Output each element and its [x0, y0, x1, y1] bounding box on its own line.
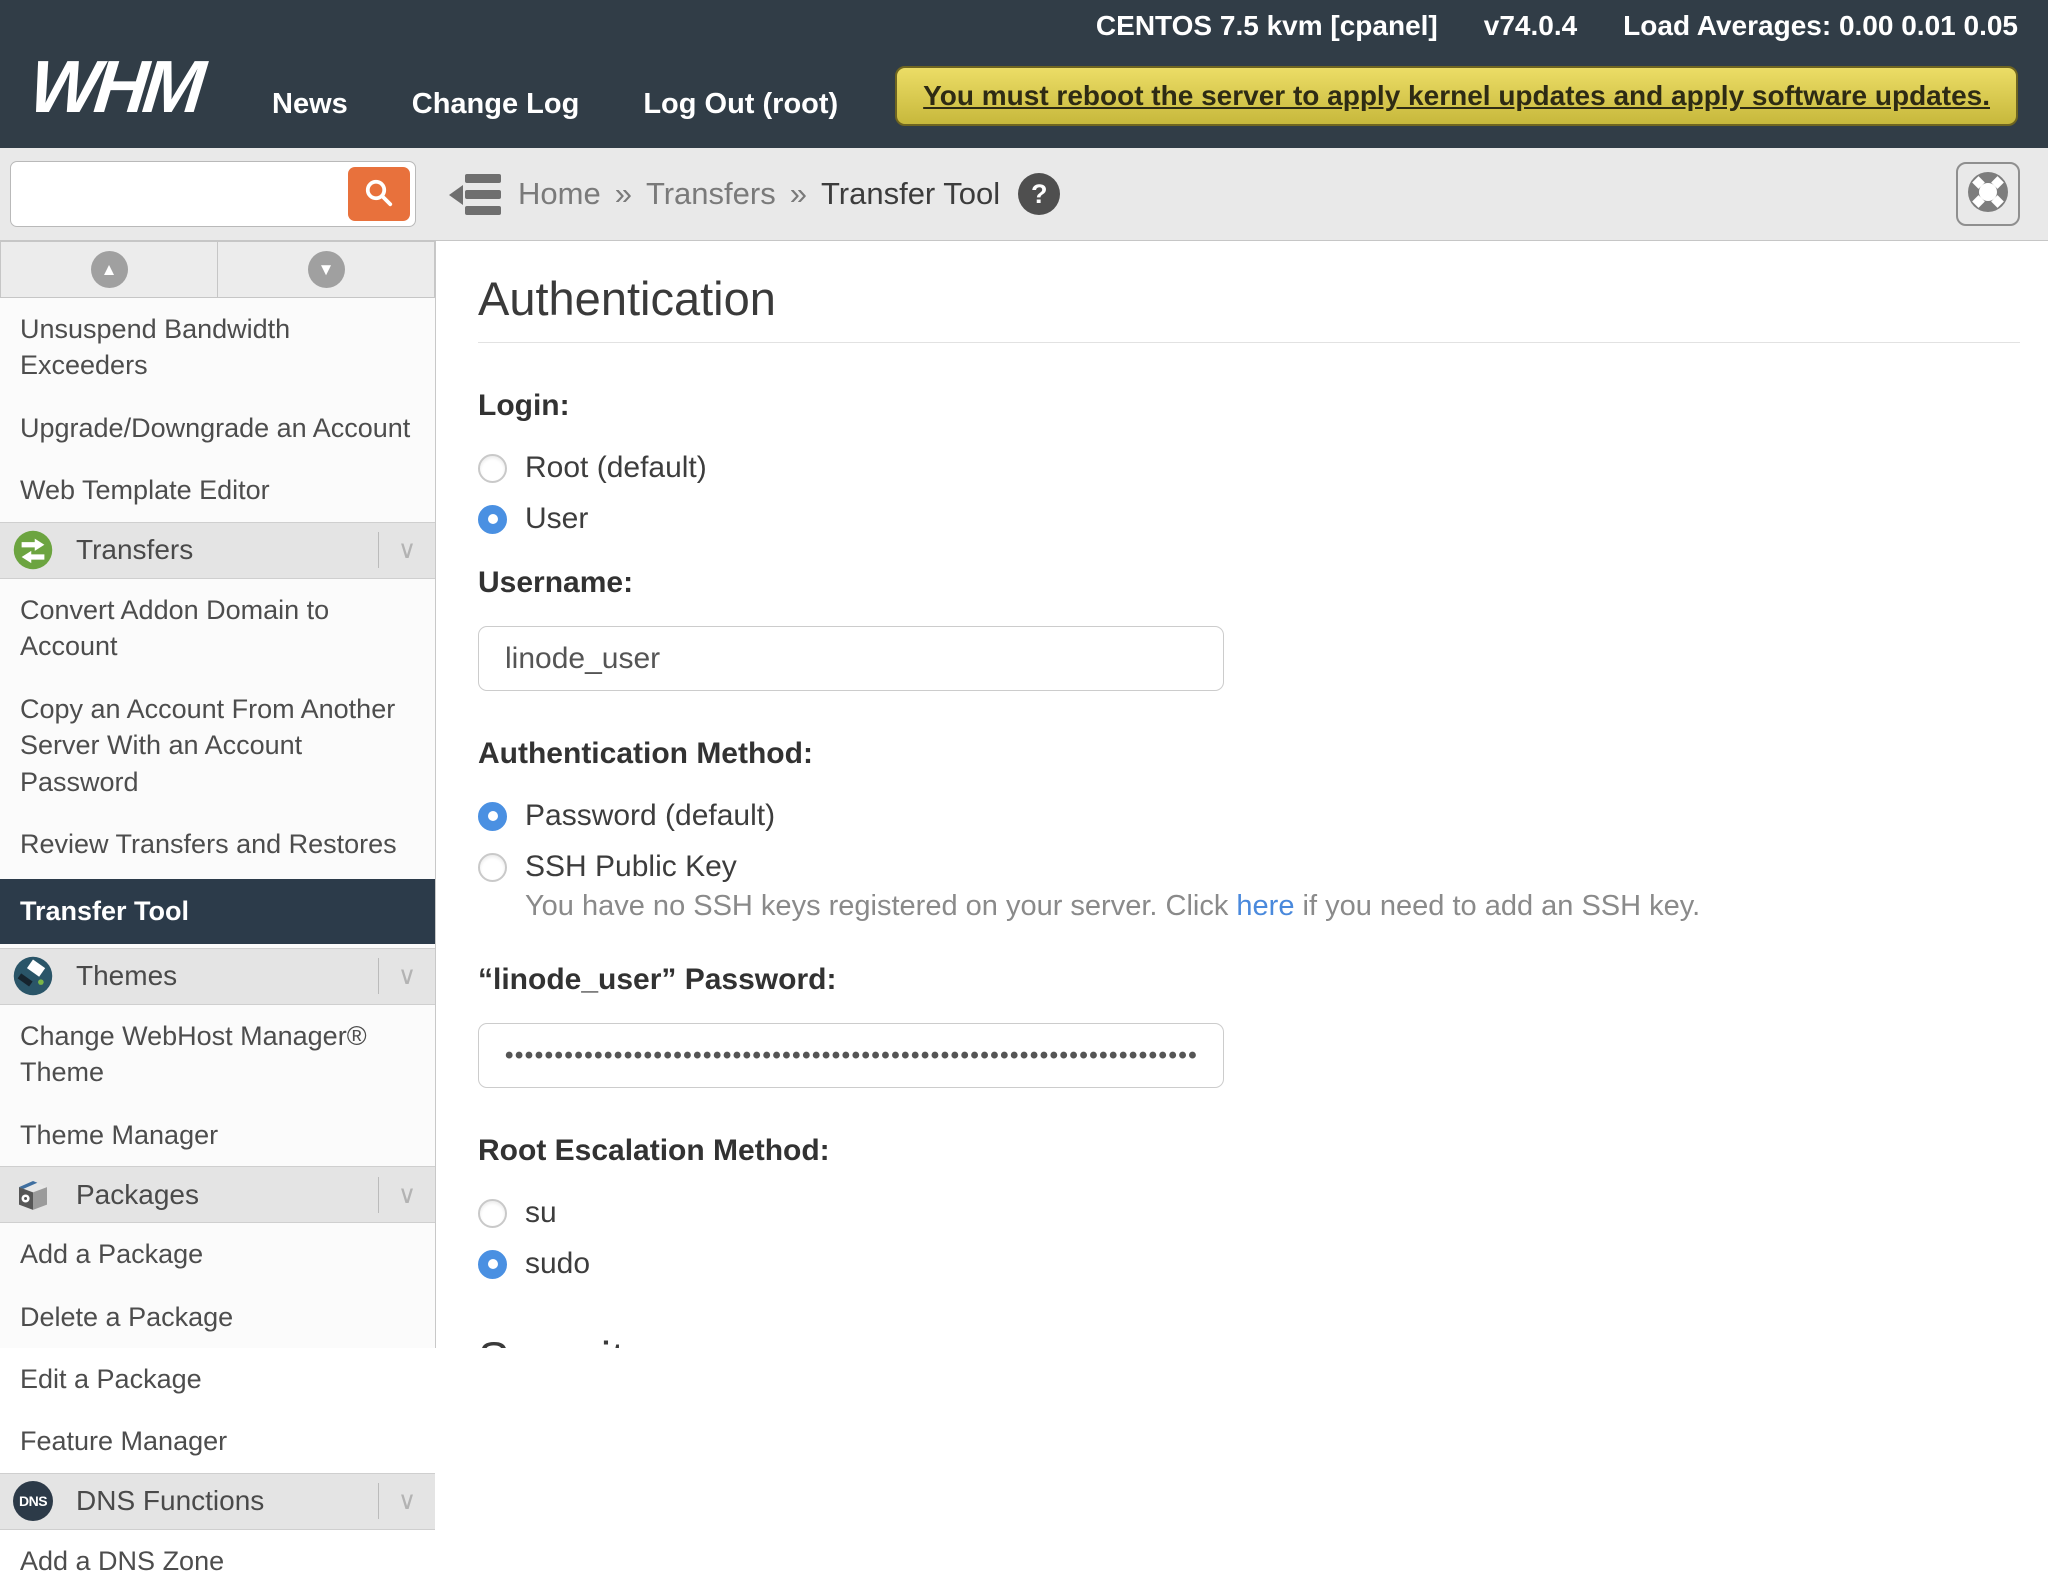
auth-method-label: Authentication Method:: [478, 737, 2020, 771]
security-title: Security: [478, 1331, 2020, 1348]
radio-label: su: [525, 1196, 557, 1230]
sidebar-section-transfers[interactable]: Transfers ∨: [0, 522, 435, 579]
sidebar-section-label: DNS Functions: [76, 1485, 378, 1517]
divider: [478, 342, 2020, 343]
radio-icon[interactable]: [478, 1250, 507, 1279]
sidebar-item-unsuspend-bandwidth[interactable]: Unsuspend Bandwidth Exceeders: [0, 298, 435, 397]
radio-icon[interactable]: [478, 1199, 507, 1228]
radio-ssh-public-key[interactable]: SSH Public Key: [478, 850, 2020, 884]
breadcrumb-separator: »: [790, 176, 807, 212]
radio-su[interactable]: su: [478, 1196, 2020, 1230]
reboot-alert-banner[interactable]: You must reboot the server to apply kern…: [895, 66, 2018, 126]
arrow-up-icon: ▲: [91, 251, 128, 288]
nav-news[interactable]: News: [272, 88, 348, 121]
main-content: Authentication Login: Root (default) Use…: [436, 241, 2048, 1348]
chevron-down-icon[interactable]: ∨: [379, 535, 435, 565]
sidebar-section-label: Packages: [76, 1179, 378, 1211]
radio-label: SSH Public Key: [525, 850, 737, 884]
os-info: CENTOS 7.5 kvm [cpanel]: [1096, 10, 1438, 42]
sidebar-section-label: Themes: [76, 960, 378, 992]
collapse-sidebar-icon[interactable]: [447, 170, 503, 220]
radio-label: sudo: [525, 1247, 590, 1281]
sidebar-item-theme-manager[interactable]: Theme Manager: [0, 1104, 435, 1166]
username-label: Username:: [478, 566, 2020, 600]
chevron-down-icon[interactable]: ∨: [379, 1180, 435, 1210]
radio-label: Root (default): [525, 451, 707, 485]
radio-password-default[interactable]: Password (default): [478, 799, 2020, 833]
sidebar-item-convert-addon[interactable]: Convert Addon Domain to Account: [0, 579, 435, 678]
packages-icon: [12, 1174, 54, 1216]
sidebar-item-web-template-editor[interactable]: Web Template Editor: [0, 459, 435, 521]
radio-root-default[interactable]: Root (default): [478, 451, 2020, 485]
search-icon: [361, 175, 397, 214]
radio-sudo[interactable]: sudo: [478, 1247, 2020, 1281]
whm-logo[interactable]: WHM: [26, 44, 205, 129]
sidebar-item-feature-manager[interactable]: Feature Manager: [0, 1410, 435, 1472]
breadcrumb: Home » Transfers » Transfer Tool ?: [518, 148, 1060, 240]
toolbar: Home » Transfers » Transfer Tool ?: [0, 148, 2048, 241]
sidebar-scroll-controls: ▲ ▼: [0, 241, 435, 298]
system-info: CENTOS 7.5 kvm [cpanel] v74.0.4 Load Ave…: [1096, 10, 2018, 42]
sidebar: ▲ ▼ Unsuspend Bandwidth Exceeders Upgrad…: [0, 241, 436, 1348]
sidebar-item-transfer-tool[interactable]: Transfer Tool: [0, 879, 435, 943]
version-label: v74.0.4: [1484, 10, 1577, 42]
sidebar-item-delete-package[interactable]: Delete a Package: [0, 1286, 435, 1348]
chevron-down-icon[interactable]: ∨: [379, 961, 435, 991]
support-button[interactable]: [1956, 162, 2020, 226]
sidebar-item-edit-package[interactable]: Edit a Package: [0, 1348, 435, 1410]
arrow-down-icon: ▼: [308, 251, 345, 288]
sidebar-item-review-transfers[interactable]: Review Transfers and Restores: [0, 813, 435, 875]
breadcrumb-current: Transfer Tool: [821, 176, 1000, 212]
load-averages: Load Averages: 0.00 0.01 0.05: [1623, 10, 2018, 42]
radio-icon[interactable]: [478, 802, 507, 831]
life-ring-icon: [1964, 168, 2012, 221]
breadcrumb-home[interactable]: Home: [518, 176, 601, 212]
root-escalation-radio-group: su sudo: [478, 1196, 2020, 1281]
breadcrumb-separator: »: [615, 176, 632, 212]
sidebar-section-dns-functions[interactable]: DNS DNS Functions ∨: [0, 1473, 435, 1530]
root-escalation-label: Root Escalation Method:: [478, 1134, 2020, 1168]
sidebar-item-copy-account[interactable]: Copy an Account From Another Server With…: [0, 678, 435, 813]
sidebar-item-add-dns-zone[interactable]: Add a DNS Zone: [0, 1530, 435, 1592]
radio-icon[interactable]: [478, 853, 507, 882]
radio-user[interactable]: User: [478, 502, 2020, 536]
nav-change-log[interactable]: Change Log: [412, 88, 580, 121]
sidebar-item-add-package[interactable]: Add a Package: [0, 1223, 435, 1285]
login-radio-group: Root (default) User: [478, 451, 2020, 536]
sidebar-item-change-theme[interactable]: Change WebHost Manager® Theme: [0, 1005, 435, 1104]
radio-label: Password (default): [525, 799, 775, 833]
scroll-up-button[interactable]: ▲: [0, 241, 218, 298]
themes-icon: [12, 955, 54, 997]
username-field[interactable]: [478, 626, 1224, 691]
sidebar-section-packages[interactable]: Packages ∨: [0, 1166, 435, 1223]
dns-icon: DNS: [12, 1480, 54, 1522]
password-field[interactable]: [478, 1023, 1224, 1088]
app-header: CENTOS 7.5 kvm [cpanel] v74.0.4 Load Ave…: [0, 0, 2048, 148]
radio-icon[interactable]: [478, 505, 507, 534]
login-label: Login:: [478, 389, 2020, 423]
search-button[interactable]: [348, 167, 410, 221]
ssh-key-note: You have no SSH keys registered on your …: [525, 890, 2020, 923]
transfers-icon: [12, 529, 54, 571]
search-box: [10, 161, 416, 227]
sidebar-section-label: Transfers: [76, 534, 378, 566]
top-nav: News Change Log Log Out (root): [272, 88, 838, 121]
breadcrumb-transfers[interactable]: Transfers: [646, 176, 776, 212]
ssh-key-here-link[interactable]: here: [1236, 890, 1294, 922]
radio-icon[interactable]: [478, 454, 507, 483]
scroll-down-button[interactable]: ▼: [218, 241, 435, 298]
sidebar-item-upgrade-downgrade[interactable]: Upgrade/Downgrade an Account: [0, 397, 435, 459]
authentication-title: Authentication: [478, 271, 2020, 326]
chevron-down-icon[interactable]: ∨: [379, 1486, 435, 1516]
nav-log-out[interactable]: Log Out (root): [643, 88, 838, 121]
sidebar-section-themes[interactable]: Themes ∨: [0, 948, 435, 1005]
help-icon[interactable]: ?: [1018, 173, 1060, 215]
auth-method-radio-group: Password (default) SSH Public Key: [478, 799, 2020, 884]
radio-label: User: [525, 502, 588, 536]
password-label: “linode_user” Password:: [478, 963, 2020, 997]
